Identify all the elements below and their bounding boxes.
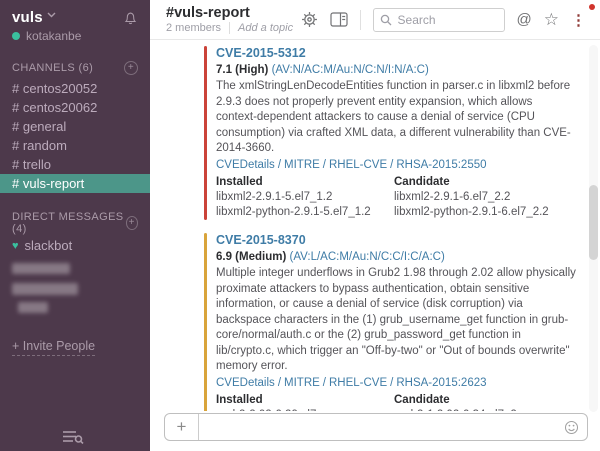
installed-package: grub2-2.02-0.29.el7 xyxy=(216,408,394,411)
add-channel-icon[interactable]: + xyxy=(124,61,138,75)
candidate-package: libxml2-2.9.1-6.el7_2.2 xyxy=(394,190,572,205)
scrollbar-track[interactable] xyxy=(589,45,598,412)
search-box[interactable] xyxy=(373,8,505,32)
reference-links: CVEDetails/MITRE/RHEL-CVE/RHSA-2015:2550 xyxy=(216,158,576,174)
page-title: #vuls-report xyxy=(166,5,293,21)
candidate-column: Candidate grub2-1:2.02-0.34.el7_2 grub2-… xyxy=(394,393,572,411)
link-mitre[interactable]: MITRE xyxy=(284,377,320,389)
link-cvedetails[interactable]: CVEDetails xyxy=(216,159,275,171)
invite-people-link[interactable]: + Invite People xyxy=(12,339,95,356)
notification-badge xyxy=(589,4,595,10)
mentions-icon[interactable]: @ xyxy=(517,11,532,28)
channel-header: #vuls-report 2 members Add a topic @ ☆ ⋮ xyxy=(150,0,600,40)
message-input[interactable] xyxy=(199,420,564,435)
channels-section-header: CHANNELS (6) + xyxy=(0,61,150,75)
sidebar: vuls kotakanbe CHANNELS (6) + # centos20… xyxy=(0,0,150,451)
severity-score: 7.1 (High) xyxy=(216,64,268,76)
installed-package: libxml2-python-2.9.1-5.el7_1.2 xyxy=(216,205,394,220)
severity-line: 7.1 (High) (AV:N/AC:M/Au:N/C:N/I:N/A:C) xyxy=(216,63,576,79)
link-rhsa[interactable]: RHSA-2015:2623 xyxy=(396,377,486,389)
attach-file-button[interactable]: + xyxy=(165,414,199,440)
dm-item-slackbot[interactable]: ♥ slackbot xyxy=(0,235,150,256)
link-rhsa[interactable]: RHSA-2015:2550 xyxy=(396,159,486,171)
vuln-description: The xmlStringLenDecodeEntities function … xyxy=(216,79,576,157)
message-composer: + xyxy=(164,413,588,441)
redacted-dm-name[interactable] xyxy=(18,302,48,313)
gear-icon[interactable] xyxy=(301,11,318,28)
sidebar-item-vuls-report[interactable]: # vuls-report xyxy=(0,174,150,193)
sidebar-item-centos20052[interactable]: # centos20052 xyxy=(0,79,150,98)
user-name: kotakanbe xyxy=(26,29,81,43)
reference-links: CVEDetails/MITRE/RHEL-CVE/RHSA-2015:2623 xyxy=(216,376,576,392)
cvss-vector-link[interactable]: (AV:L/AC:M/Au:N/C:C/I:C/A:C) xyxy=(290,251,445,263)
slackbot-heart-icon: ♥ xyxy=(12,240,19,252)
team-name: vuls xyxy=(12,9,43,26)
current-user[interactable]: kotakanbe xyxy=(0,26,150,43)
dm-header-label: DIRECT MESSAGES (4) xyxy=(12,211,126,235)
installed-package: libxml2-2.9.1-5.el7_1.2 xyxy=(216,190,394,205)
vuln-attachment: CVE-2015-5312 7.1 (High) (AV:N/AC:M/Au:N… xyxy=(204,46,576,220)
presence-dot xyxy=(12,32,20,40)
scrollbar-thumb[interactable] xyxy=(589,185,598,260)
cvss-vector-link[interactable]: (AV:N/AC:M/Au:N/C:N/I:N/A:C) xyxy=(272,64,429,76)
sidebar-item-general[interactable]: # general xyxy=(0,117,150,136)
candidate-package: grub2-1:2.02-0.34.el7_2 xyxy=(394,408,572,411)
message-list: CVE-2015-5312 7.1 (High) (AV:N/AC:M/Au:N… xyxy=(150,40,600,411)
installed-column: Installed libxml2-2.9.1-5.el7_1.2 libxml… xyxy=(216,175,394,220)
installed-column: Installed grub2-2.02-0.29.el7 grub2-tool… xyxy=(216,393,394,411)
sidebar-item-random[interactable]: # random xyxy=(0,136,150,155)
add-topic-link[interactable]: Add a topic xyxy=(229,22,293,34)
sidebar-item-trello[interactable]: # trello xyxy=(0,155,150,174)
vuln-description: Multiple integer underflows in Grub2 1.9… xyxy=(216,266,576,375)
emoji-picker-icon[interactable] xyxy=(564,420,579,435)
sidebar-item-centos20062[interactable]: # centos20062 xyxy=(0,98,150,117)
redacted-dm-name[interactable] xyxy=(12,263,70,274)
severity-line: 6.9 (Medium) (AV:L/AC:M/Au:N/C:C/I:C/A:C… xyxy=(216,250,576,266)
team-menu[interactable]: vuls xyxy=(0,0,150,26)
members-count[interactable]: 2 members xyxy=(166,22,229,34)
link-cvedetails[interactable]: CVEDetails xyxy=(216,377,275,389)
channel-title-block: #vuls-report 2 members Add a topic xyxy=(166,5,293,34)
candidate-column: Candidate libxml2-2.9.1-6.el7_2.2 libxml… xyxy=(394,175,572,220)
search-input[interactable] xyxy=(398,13,488,27)
star-icon[interactable]: ☆ xyxy=(544,10,559,30)
notifications-bell-icon[interactable] xyxy=(123,11,138,26)
cve-id-link[interactable]: CVE-2015-5312 xyxy=(216,46,306,62)
dm-section-header: DIRECT MESSAGES (4) + xyxy=(0,211,150,235)
redacted-dm-name[interactable] xyxy=(12,283,78,295)
link-mitre[interactable]: MITRE xyxy=(284,159,320,171)
header-divider xyxy=(360,10,361,30)
cve-id-link[interactable]: CVE-2015-8370 xyxy=(216,233,306,249)
dm-label: slackbot xyxy=(25,238,73,253)
channels-header-label: CHANNELS (6) xyxy=(12,62,93,74)
search-icon xyxy=(380,14,392,26)
more-options-icon[interactable]: ⋮ xyxy=(571,11,586,29)
severity-score: 6.9 (Medium) xyxy=(216,251,286,263)
candidate-package: libxml2-python-2.9.1-6.el7_2.2 xyxy=(394,205,572,220)
list-search-icon[interactable] xyxy=(62,429,84,444)
main-panel: #vuls-report 2 members Add a topic @ ☆ ⋮ xyxy=(150,0,600,451)
channel-details-icon[interactable] xyxy=(330,12,348,27)
link-rhel-cve[interactable]: RHEL-CVE xyxy=(329,159,387,171)
link-rhel-cve[interactable]: RHEL-CVE xyxy=(329,377,387,389)
vuln-attachment: CVE-2015-8370 6.9 (Medium) (AV:L/AC:M/Au… xyxy=(204,233,576,411)
channel-list: # centos20052 # centos20062 # general # … xyxy=(0,79,150,193)
add-dm-icon[interactable]: + xyxy=(126,216,139,230)
chevron-down-icon xyxy=(47,12,56,18)
